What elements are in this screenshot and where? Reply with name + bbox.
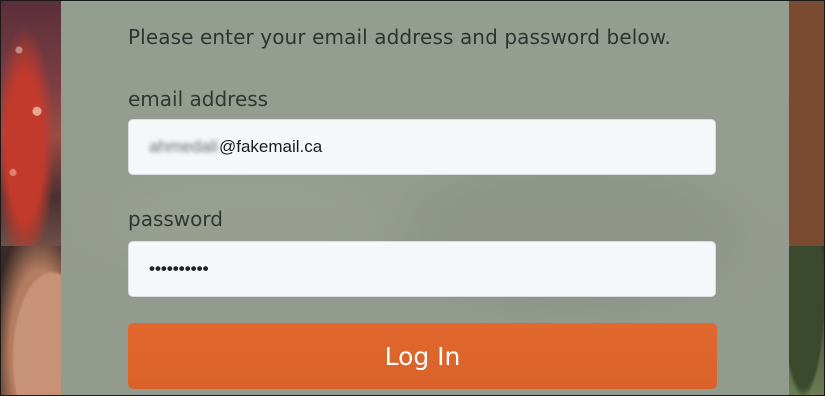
login-screen: Please enter your email address and pass… <box>0 0 825 396</box>
background-photo <box>789 1 824 246</box>
background-photo <box>1 246 61 395</box>
login-panel: Please enter your email address and pass… <box>61 1 789 395</box>
background-photo <box>789 246 824 395</box>
email-field[interactable]: ahmedali @fakemail.ca <box>128 119 716 175</box>
password-label: password <box>128 207 223 231</box>
email-domain: @fakemail.ca <box>219 137 323 156</box>
login-instructions: Please enter your email address and pass… <box>128 25 671 49</box>
password-field[interactable]: •••••••••• <box>128 241 716 297</box>
password-masked-value: •••••••••• <box>149 259 209 278</box>
background-photo <box>1 1 61 246</box>
login-button-label: Log In <box>384 341 461 371</box>
login-button[interactable]: Log In <box>128 323 717 389</box>
email-obscured-part: ahmedali <box>149 137 218 156</box>
email-label: email address <box>128 87 269 111</box>
